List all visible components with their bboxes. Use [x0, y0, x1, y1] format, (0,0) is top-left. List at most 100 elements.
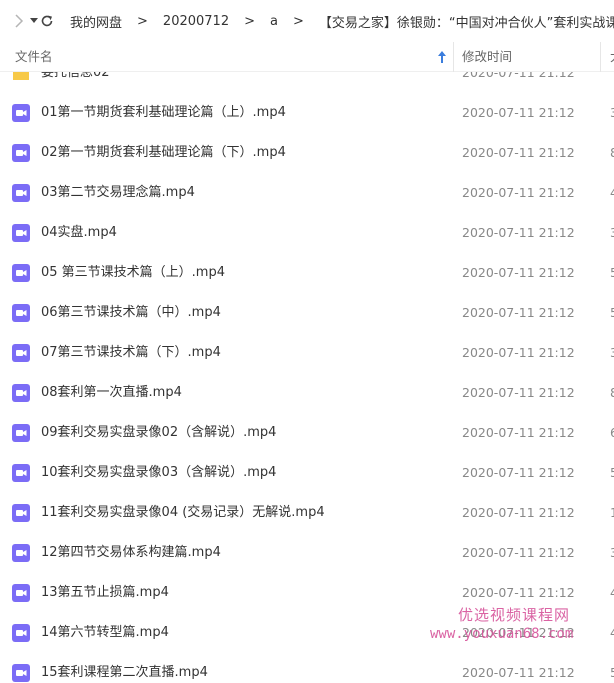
- file-row[interactable]: 03第二节交易理念篇.mp4 2020-07-11 21:12 4: [0, 173, 614, 213]
- file-name[interactable]: 委托信息02: [41, 72, 110, 93]
- file-row[interactable]: 01第一节期货套利基础理论篇（上）.mp4 2020-07-11 21:12 3: [0, 93, 614, 133]
- column-header-name[interactable]: 文件名: [15, 42, 53, 72]
- file-modified-time: 2020-07-11 21:12: [462, 185, 575, 200]
- breadcrumb-item-current-folder[interactable]: 【交易之家】徐银勋：“中国对冲合伙人”套利实战课程: [317, 12, 614, 31]
- file-size: 5: [610, 305, 614, 320]
- breadcrumb: 我的网盘 > 20200712 > a > 【交易之家】徐银勋：“中国对冲合伙人…: [68, 12, 614, 31]
- column-divider[interactable]: [600, 42, 601, 72]
- video-file-icon: [12, 224, 30, 242]
- breadcrumb-separator: >: [244, 13, 255, 29]
- video-file-icon: [12, 184, 30, 202]
- video-file-icon: [12, 544, 30, 562]
- file-modified-time: 2020-07-11 21:12: [462, 265, 575, 280]
- chevron-right-icon: [15, 14, 24, 28]
- file-name[interactable]: 09套利交易实盘录像02（含解说）.mp4: [41, 413, 276, 453]
- file-name[interactable]: 12第四节交易体系构建篇.mp4: [41, 533, 221, 573]
- file-row[interactable]: 13第五节止损篇.mp4 2020-07-11 21:12 4: [0, 573, 614, 613]
- file-name[interactable]: 15套利课程第二次直播.mp4: [41, 653, 208, 683]
- video-file-icon: [12, 144, 30, 162]
- video-file-icon: [12, 504, 30, 522]
- file-size: 5: [610, 665, 614, 680]
- file-size: 5: [610, 465, 614, 480]
- file-size: 1: [610, 505, 614, 520]
- file-modified-time: 2020-07-11 21:12: [462, 385, 575, 400]
- file-size: 3: [610, 225, 614, 240]
- file-name[interactable]: 03第二节交易理念篇.mp4: [41, 173, 195, 213]
- file-name[interactable]: 01第一节期货套利基础理论篇（上）.mp4: [41, 93, 286, 133]
- breadcrumb-separator: >: [292, 13, 304, 29]
- file-row[interactable]: 10套利交易实盘录像03（含解说）.mp4 2020-07-11 21:12 5: [0, 453, 614, 493]
- file-name[interactable]: 04实盘.mp4: [41, 213, 117, 253]
- file-modified-time: 2020-07-11 21:12: [462, 425, 575, 440]
- video-file-icon: [12, 464, 30, 482]
- video-file-icon: [12, 584, 30, 602]
- sort-ascending-icon[interactable]: [435, 48, 449, 66]
- file-modified-time: 2020-07-11 21:12: [462, 625, 575, 640]
- folder-icon: [13, 72, 29, 80]
- video-file-icon: [12, 264, 30, 282]
- address-toolbar: 我的网盘 > 20200712 > a > 【交易之家】徐银勋：“中国对冲合伙人…: [0, 0, 614, 42]
- file-name[interactable]: 06第三节课技术篇（中）.mp4: [41, 293, 221, 333]
- file-name[interactable]: 08套利第一次直播.mp4: [41, 373, 182, 413]
- file-modified-time: 2020-07-11 21:12: [462, 665, 575, 680]
- file-row[interactable]: 15套利课程第二次直播.mp4 2020-07-11 21:12 5: [0, 653, 614, 683]
- column-divider[interactable]: [453, 42, 454, 72]
- file-row[interactable]: 05 第三节课技术篇（上）.mp4 2020-07-11 21:12 5: [0, 253, 614, 293]
- file-size: 4: [610, 585, 614, 600]
- file-modified-time: 2020-07-11 21:12: [462, 72, 575, 80]
- video-file-icon: [12, 304, 30, 322]
- breadcrumb-item-root[interactable]: 我的网盘: [68, 12, 124, 31]
- file-row[interactable]: 委托信息02 2020-07-11 21:12: [0, 72, 614, 93]
- history-dropdown-button[interactable]: [30, 0, 38, 42]
- video-file-icon: [12, 384, 30, 402]
- file-modified-time: 2020-07-11 21:12: [462, 225, 575, 240]
- file-row[interactable]: 14第六节转型篇.mp4 2020-07-11 21:12 4: [0, 613, 614, 653]
- file-modified-time: 2020-07-11 21:12: [462, 105, 575, 120]
- file-modified-time: 2020-07-11 21:12: [462, 465, 575, 480]
- file-name[interactable]: 11套利交易实盘录像04 (交易记录）无解说.mp4: [41, 493, 325, 533]
- file-modified-time: 2020-07-11 21:12: [462, 545, 575, 560]
- refresh-button[interactable]: [40, 0, 54, 42]
- file-size: 3: [610, 545, 614, 560]
- file-name[interactable]: 10套利交易实盘录像03（含解说）.mp4: [41, 453, 276, 493]
- file-row[interactable]: 07第三节课技术篇（下）.mp4 2020-07-11 21:12 3: [0, 333, 614, 373]
- file-row[interactable]: 06第三节课技术篇（中）.mp4 2020-07-11 21:12 5: [0, 293, 614, 333]
- file-size: 8: [610, 145, 614, 160]
- file-row[interactable]: 09套利交易实盘录像02（含解说）.mp4 2020-07-11 21:12 6: [0, 413, 614, 453]
- file-modified-time: 2020-07-11 21:12: [462, 305, 575, 320]
- column-header-modified[interactable]: 修改时间: [462, 42, 512, 72]
- file-row[interactable]: 11套利交易实盘录像04 (交易记录）无解说.mp4 2020-07-11 21:…: [0, 493, 614, 533]
- file-name[interactable]: 07第三节课技术篇（下）.mp4: [41, 333, 221, 373]
- file-row[interactable]: 12第四节交易体系构建篇.mp4 2020-07-11 21:12 3: [0, 533, 614, 573]
- video-file-icon: [12, 344, 30, 362]
- file-list: 委托信息02 2020-07-11 21:12 01第一节期货套利基础理论篇（上）.…: [0, 72, 614, 683]
- file-rows: 委托信息02 2020-07-11 21:12 01第一节期货套利基础理论篇（上）.…: [0, 72, 614, 683]
- file-size: 4: [610, 185, 614, 200]
- file-modified-time: 2020-07-11 21:12: [462, 505, 575, 520]
- back-button[interactable]: [14, 0, 24, 42]
- file-modified-time: 2020-07-11 21:12: [462, 585, 575, 600]
- file-row[interactable]: 02第一节期货套利基础理论篇（下）.mp4 2020-07-11 21:12 8: [0, 133, 614, 173]
- file-size: 3: [610, 105, 614, 120]
- column-header-size[interactable]: 大: [610, 42, 614, 72]
- file-modified-time: 2020-07-11 21:12: [462, 145, 575, 160]
- file-size: 3: [610, 345, 614, 360]
- video-file-icon: [12, 664, 30, 682]
- caret-down-icon: [30, 18, 38, 23]
- column-header: 文件名 修改时间 大: [0, 42, 614, 72]
- file-row[interactable]: 04实盘.mp4 2020-07-11 21:12 3: [0, 213, 614, 253]
- video-file-icon: [12, 104, 30, 122]
- file-modified-time: 2020-07-11 21:12: [462, 345, 575, 360]
- file-size: 6: [610, 425, 614, 440]
- breadcrumb-item-a-folder[interactable]: a: [268, 14, 280, 29]
- breadcrumb-item-date-folder[interactable]: 20200712: [161, 14, 231, 29]
- file-name[interactable]: 05 第三节课技术篇（上）.mp4: [41, 253, 225, 293]
- file-size: 4: [610, 625, 614, 640]
- file-size: 8: [610, 385, 614, 400]
- video-file-icon: [12, 424, 30, 442]
- refresh-icon: [41, 15, 53, 27]
- file-name[interactable]: 14第六节转型篇.mp4: [41, 613, 169, 653]
- file-name[interactable]: 13第五节止损篇.mp4: [41, 573, 169, 613]
- file-name[interactable]: 02第一节期货套利基础理论篇（下）.mp4: [41, 133, 286, 173]
- file-row[interactable]: 08套利第一次直播.mp4 2020-07-11 21:12 8: [0, 373, 614, 413]
